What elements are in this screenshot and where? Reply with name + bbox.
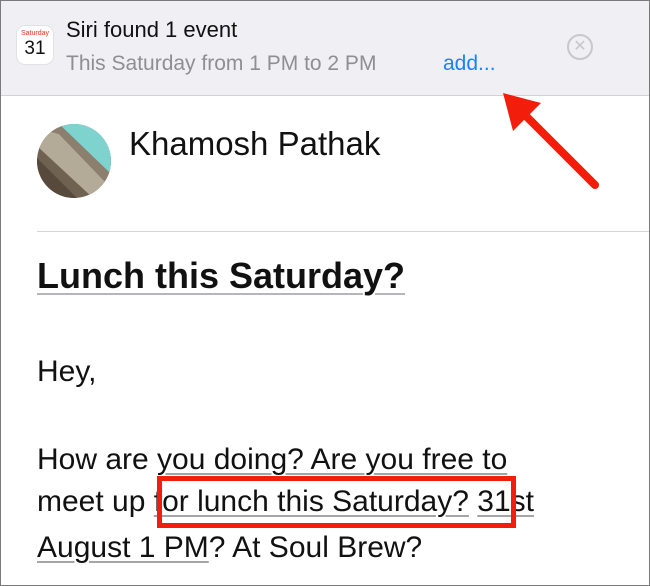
app-window: Saturday 31 Siri found 1 event This Satu… [0,0,650,586]
detected-date-link[interactable]: August 1 PM [37,531,209,564]
avatar [37,124,111,198]
email-body-line: How are you doing? Are you free to [37,443,507,477]
calendar-icon-date: 31 [24,38,46,59]
body-text: meet up [37,485,154,518]
siri-banner-event-time: This Saturday from 1 PM to 2 PM [66,52,377,75]
calendar-icon: Saturday 31 [17,26,53,64]
annotation-highlight-box [157,476,516,528]
siri-banner-title: Siri found 1 event [66,17,238,42]
avatar-image [37,124,111,198]
body-text: ? At Soul Brew? [208,531,423,564]
close-circle-icon[interactable]: ✕ [567,34,593,60]
body-text-underlined: you doing? Are you free to [157,443,508,476]
body-text: How are [37,443,158,476]
calendar-icon-day: Saturday [20,30,50,37]
annotation-arrow-icon [503,93,599,189]
email-subject: Lunch this Saturday? [37,255,406,296]
email-body-line: August 1 PM? At Soul Brew? [37,531,422,565]
sender-name: Khamosh Pathak [129,125,381,162]
header-divider [37,231,649,232]
add-event-button[interactable]: add... [443,52,496,76]
email-greeting: Hey, [37,355,97,388]
